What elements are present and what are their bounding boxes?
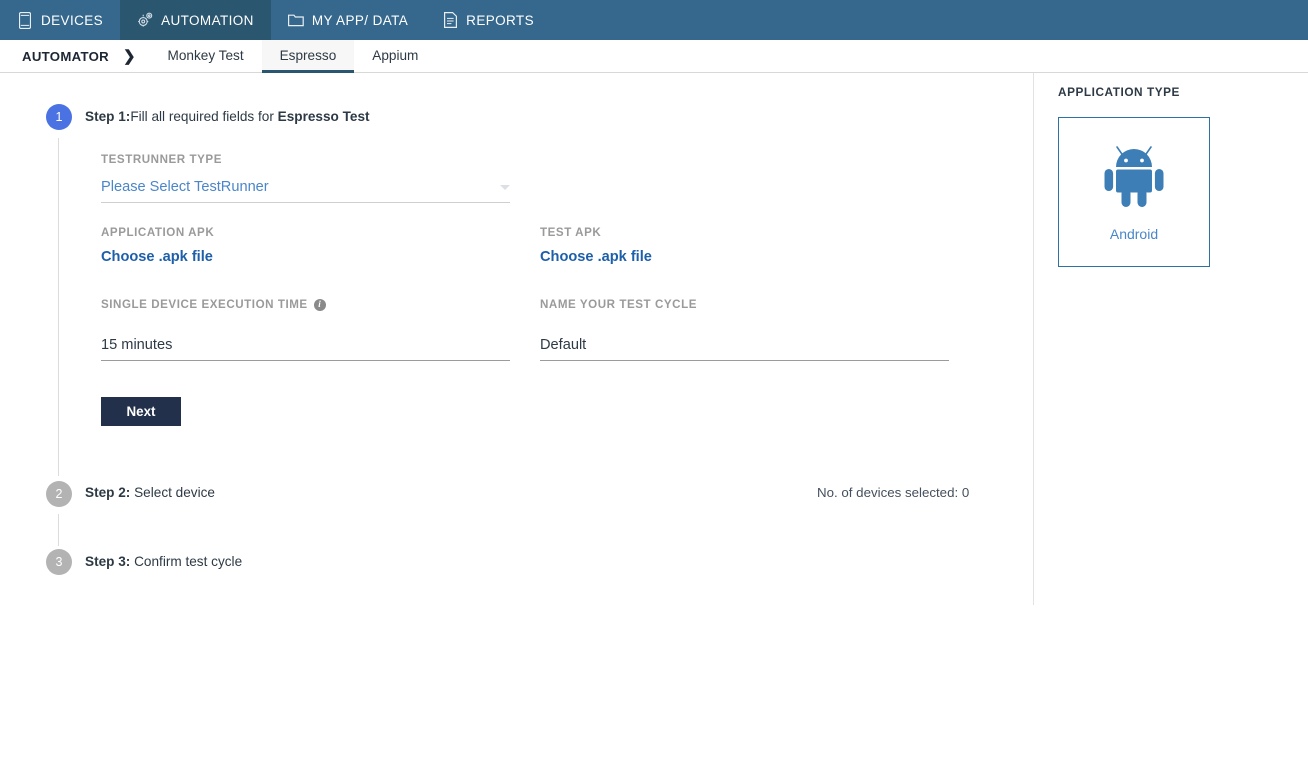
top-navigation-bar: DEVICES AUTOMATION MY APP/ DATA REPORTS [0,0,1308,40]
folder-icon [287,12,304,29]
nav-item-reports-label: REPORTS [466,12,534,28]
gear-icon [137,12,153,29]
testrunner-type-label: TESTRUNNER TYPE [101,153,222,166]
test-cycle-name-input[interactable]: Default [540,326,949,361]
chevron-right-icon: ❯ [122,47,136,65]
nav-item-automation[interactable]: AUTOMATION [120,0,271,40]
step-3-title: Step 3: Confirm test cycle [85,554,242,569]
device-icon [17,11,33,29]
document-icon [442,12,458,29]
step-1-emphasis: Espresso Test [277,109,370,124]
step-2-title: Step 2: Select device [85,485,215,500]
execution-time-label-text: SINGLE DEVICE EXECUTION TIME [101,298,308,311]
next-button[interactable]: Next [101,397,181,426]
tab-espresso[interactable]: Espresso [261,40,355,73]
step-1-text: Fill all required fields for [130,109,278,124]
nav-item-my-app-data[interactable]: MY APP/ DATA [271,0,425,40]
step-badge-3: 3 [46,549,72,575]
nav-item-reports[interactable]: REPORTS [425,0,551,40]
step-1-title: Step 1:Fill all required fields for Espr… [85,109,370,124]
step-2-text: Select device [134,485,215,500]
nav-item-automation-label: AUTOMATION [161,12,254,28]
tab-monkey-test[interactable]: Monkey Test [150,40,262,73]
step-badge-2: 2 [46,481,72,507]
nav-item-my-app-data-label: MY APP/ DATA [311,12,409,28]
step-3-prefix: Step 3: [85,554,131,569]
tab-appium[interactable]: Appium [354,40,436,73]
step-connector-2 [58,514,59,546]
application-type-card-android[interactable]: Android [1058,117,1210,267]
android-robot-icon [1103,143,1165,214]
test-apk-label-text: TEST APK [540,226,602,239]
step-badge-1: 1 [46,104,72,130]
testrunner-type-select[interactable]: Please Select TestRunner [101,170,510,203]
application-type-label: Android [1109,225,1159,242]
application-apk-label-text: APPLICATION APK [101,226,215,239]
application-type-panel-title: APPLICATION TYPE [1058,85,1180,99]
step-1-prefix: Step 1: [85,109,131,124]
test-apk-choose-file-link[interactable]: Choose .apk file [540,249,652,265]
nav-item-devices[interactable]: DEVICES [0,0,120,40]
testrunner-type-value: Please Select TestRunner [101,179,269,195]
test-cycle-name-label-text: NAME YOUR TEST CYCLE [540,298,698,311]
breadcrumb: AUTOMATOR ❯ [0,40,150,72]
step-connector-1 [58,138,59,476]
test-apk-label: TEST APK [540,226,601,239]
test-cycle-name-value: Default [540,337,587,353]
step-2-prefix: Step 2: [85,485,131,500]
application-apk-label: APPLICATION APK [101,226,214,239]
chevron-down-icon [500,185,510,190]
content-panel-divider [1033,73,1034,605]
info-icon[interactable]: i [313,298,326,311]
application-apk-choose-file-link[interactable]: Choose .apk file [101,249,213,265]
breadcrumb-label: AUTOMATOR [22,48,109,64]
execution-time-value: 15 minutes [101,337,173,353]
test-cycle-name-label: NAME YOUR TEST CYCLE [540,298,697,311]
execution-time-label: SINGLE DEVICE EXECUTION TIME i [101,298,326,311]
devices-selected-count: No. of devices selected: 0 [817,485,970,500]
step-3-text: Confirm test cycle [134,554,243,569]
testrunner-type-label-text: TESTRUNNER TYPE [101,153,222,166]
execution-time-input[interactable]: 15 minutes [101,326,510,361]
nav-item-devices-label: DEVICES [41,12,104,28]
sub-navigation-bar: AUTOMATOR ❯ Monkey Test Espresso Appium [0,40,1308,73]
